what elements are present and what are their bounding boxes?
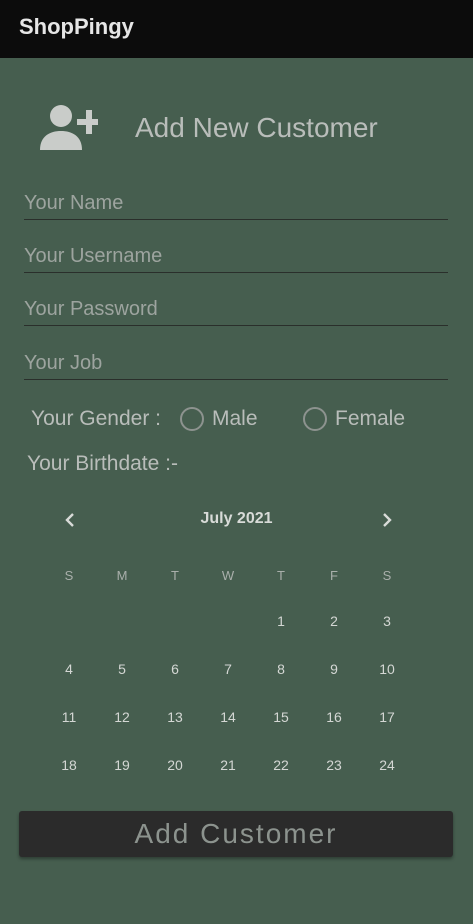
calendar-day[interactable]: 16 [312, 702, 356, 732]
calendar-day[interactable]: 15 [259, 702, 303, 732]
username-input[interactable] [24, 241, 448, 271]
page-title: Add New Customer [135, 112, 378, 143]
username-field[interactable] [24, 241, 448, 273]
calendar-day[interactable]: 18 [47, 750, 91, 780]
calendar-day[interactable]: 10 [365, 654, 409, 684]
calendar-weekday: S [64, 567, 74, 583]
password-field[interactable] [24, 294, 448, 326]
calendar-day[interactable]: 17 [365, 702, 409, 732]
password-input[interactable] [24, 294, 448, 324]
calendar-day[interactable]: 14 [206, 702, 250, 732]
person-add-icon [40, 105, 98, 150]
calendar-day[interactable]: 2 [312, 606, 356, 636]
app-bar: ShopPingy [0, 0, 473, 58]
calendar-weekday: F [330, 567, 338, 583]
calendar-day[interactable]: 19 [100, 750, 144, 780]
birthdate-label: Your Birthdate :- [27, 452, 178, 475]
calendar-day[interactable]: 5 [100, 654, 144, 684]
calendar-day[interactable]: 6 [153, 654, 197, 684]
calendar-day[interactable]: 4 [47, 654, 91, 684]
calendar-day[interactable]: 11 [47, 702, 91, 732]
calendar-weekday: S [382, 567, 392, 583]
radio-circle[interactable] [180, 407, 204, 431]
job-field[interactable] [24, 348, 448, 380]
name-input[interactable] [24, 188, 448, 218]
gender-radio-female[interactable]: Female [303, 406, 405, 432]
gender-radio-male[interactable]: Male [180, 406, 258, 432]
calendar-day[interactable]: 13 [153, 702, 197, 732]
job-input[interactable] [24, 348, 448, 378]
add-customer-button[interactable]: Add Customer [19, 811, 453, 857]
gender-option-label: Female [335, 407, 406, 430]
calendar-day[interactable]: 24 [365, 750, 409, 780]
calendar-day[interactable]: 22 [259, 750, 303, 780]
gender-label: Your Gender : [31, 407, 161, 430]
calendar-weekday: T [171, 567, 179, 583]
calendar-weekday: T [277, 567, 285, 583]
name-field[interactable] [24, 188, 448, 220]
calendar-day[interactable]: 1 [259, 606, 303, 636]
calendar-day[interactable]: 3 [365, 606, 409, 636]
calendar-day[interactable]: 9 [312, 654, 356, 684]
calendar-day[interactable]: 7 [206, 654, 250, 684]
calendar-weekday: W [221, 567, 235, 583]
calendar-next-button[interactable] [373, 506, 401, 534]
calendar-day[interactable]: 20 [153, 750, 197, 780]
radio-circle[interactable] [303, 407, 327, 431]
calendar-weekday: M [116, 567, 128, 583]
calendar-month-label: July 2021 [200, 510, 273, 527]
app-title: ShopPingy [19, 14, 134, 39]
calendar-day[interactable]: 23 [312, 750, 356, 780]
chevron-right-icon [383, 513, 392, 527]
calendar-day[interactable]: 12 [100, 702, 144, 732]
calendar-day[interactable]: 21 [206, 750, 250, 780]
gender-option-label: Male [212, 407, 258, 430]
calendar-day[interactable]: 8 [259, 654, 303, 684]
